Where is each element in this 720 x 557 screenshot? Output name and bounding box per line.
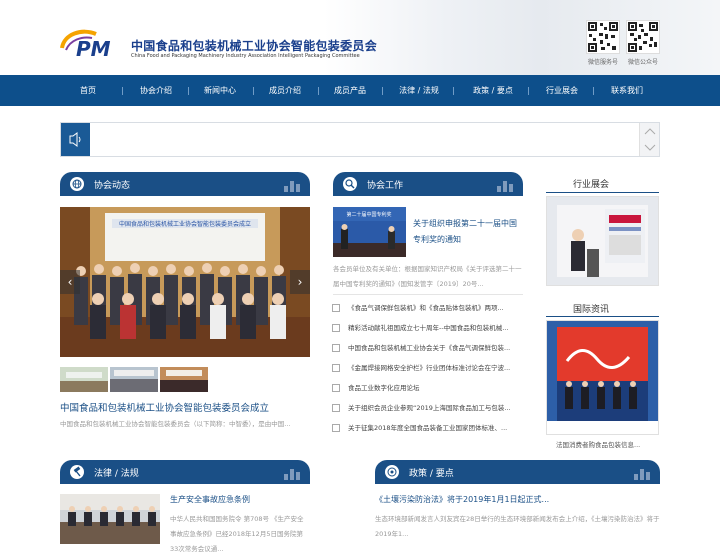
site-header: PM 中国食品和包装机械工业协会智能包装委员会 China Food and P… [0, 0, 720, 75]
qr-caption-official: 微信公众号 [628, 59, 659, 66]
list-item[interactable]: 中国食品和包装机械工业协会关于《食品气调保鲜包装... [332, 338, 524, 358]
exhibition-stage-illustration [557, 205, 648, 277]
carousel-thumbnail[interactable] [160, 367, 208, 392]
nav-laws[interactable]: 法律 / 法规 [392, 75, 446, 106]
work-thumb-text: 第二十届中国专利奖 [346, 211, 391, 218]
section-title-international[interactable]: 国际资讯 [573, 302, 609, 315]
section-underline [546, 192, 659, 193]
nav-divider [528, 87, 529, 95]
award-ceremony-illustration [547, 321, 658, 434]
qr-caption-service: 微信服务号 [588, 59, 619, 66]
document-icon [332, 424, 340, 432]
list-item[interactable]: 食品工业数字化应用论坛 [332, 378, 524, 398]
nav-members[interactable]: 成员介绍 [262, 75, 308, 106]
list-item[interactable]: 精彩活动献礼祖国成立七十周年--中国食品和包装机械... [332, 318, 524, 338]
nav-divider [593, 87, 594, 95]
section-title: 协会动态 [94, 181, 131, 191]
news-summary: 中国食品和包装机械工业协会智能包装委员会（以下简称：中智委），是由中国... [60, 420, 291, 428]
meeting-illustration [60, 494, 160, 544]
document-icon [332, 364, 340, 372]
nav-news-center[interactable]: 新闻中心 [197, 75, 243, 106]
nav-divider [453, 87, 454, 95]
policy-headline-link[interactable]: 《土壤污染防治法》将于2019年1月1日起正式... [375, 494, 549, 505]
news-carousel-photo[interactable]: 中国食品和包装机械工业协会智能包装委员会成立 [60, 207, 310, 357]
carousel-next-button[interactable]: › [290, 270, 310, 294]
notice-ticker [60, 122, 660, 157]
section-underline [546, 316, 659, 317]
nav-exhibitions[interactable]: 行业展会 [538, 75, 586, 106]
divider [333, 294, 523, 295]
cfpma-logo[interactable]: PM [60, 28, 126, 58]
bar-chart-icon [284, 469, 300, 480]
document-icon [332, 304, 340, 312]
ticker-up-button[interactable] [644, 128, 656, 135]
list-item[interactable]: 关于征集2018年度全国食品装备工业国家团体标准、... [332, 418, 524, 438]
news-headline-link[interactable]: 中国食品和包装机械工业协会智能包装委员会成立 [60, 400, 269, 414]
laws-summary: 中华人民共和国国务院令 第708号 《生产安全事故应急条例》已经2018年12月… [170, 515, 304, 553]
search-icon [343, 177, 357, 191]
main-nav: 首页 协会介绍 新闻中心 成员介绍 成员产品 法律 / 法规 政策 / 要点 行… [0, 75, 720, 106]
wechat-service-qr-code [586, 20, 620, 54]
wechat-official-qr-code [626, 20, 660, 54]
section-title: 法律 / 法规 [94, 469, 139, 479]
document-icon [332, 404, 340, 412]
svg-text:PM: PM [76, 37, 111, 58]
bar-chart-icon [497, 181, 513, 192]
ticker-down-button[interactable] [644, 144, 656, 151]
nav-home[interactable]: 首页 [68, 75, 108, 106]
exhibition-photo[interactable] [546, 196, 659, 286]
document-icon [332, 324, 340, 332]
speaker-icon-box [61, 123, 90, 156]
nav-policy[interactable]: 政策 / 要点 [466, 75, 520, 106]
section-header-laws[interactable]: 法律 / 法规 [60, 460, 310, 484]
laws-photo[interactable] [60, 494, 160, 544]
section-title: 政策 / 要点 [409, 469, 454, 479]
work-featured-summary: 各会员单位及有关单位：根据国家知识产权局《关于评选第二十一届中国专利奖的通知》(… [333, 265, 522, 288]
nav-divider [382, 87, 383, 95]
nav-contact[interactable]: 联系我们 [603, 75, 651, 106]
carousel-thumbnail[interactable] [60, 367, 108, 392]
bar-chart-icon [634, 469, 650, 480]
nav-divider [188, 87, 189, 95]
international-news-photo[interactable] [546, 320, 659, 435]
work-featured-title[interactable]: 关于组织申报第二十一届中国专利奖的通知 [413, 216, 523, 248]
section-title-exhibitions[interactable]: 行业展会 [573, 177, 609, 190]
work-featured-photo[interactable]: 第二十届中国专利奖 [333, 207, 406, 257]
nav-divider [253, 87, 254, 95]
document-icon [332, 384, 340, 392]
patent-award-illustration: 第二十届中国专利奖 [333, 207, 406, 257]
nav-divider [122, 87, 123, 95]
speaker-icon [69, 132, 81, 147]
carousel-thumbnail[interactable] [110, 367, 158, 392]
laws-headline-link[interactable]: 生产安全事故应急条例 [170, 494, 250, 505]
site-title: 中国食品和包装机械工业协会智能包装委员会 [131, 39, 378, 53]
carousel-banner-text: 中国食品和包装机械工业协会智能包装委员会成立 [119, 220, 251, 228]
list-item[interactable]: 关于组织会员企业参观“2019上海国际食品加工与包装... [332, 398, 524, 418]
globe-icon [70, 177, 84, 191]
section-header-policy[interactable]: 政策 / 要点 [375, 460, 660, 484]
gavel-icon [70, 465, 84, 479]
list-item[interactable]: 《金属焊接网格安全护栏》行业团体标准讨论会在宁波... [332, 358, 524, 378]
list-item[interactable]: 《食品气调保鲜包装机》和《食品贴体包装机》两项... [332, 298, 524, 318]
section-header-association-news[interactable]: 协会动态 [60, 172, 310, 196]
carousel-prev-button[interactable]: ‹ [60, 270, 80, 294]
policy-summary: 生态环境部新闻发言人刘友宾在28日举行的生态环境部新闻发布会上介绍，《土壤污染防… [375, 515, 660, 538]
international-news-caption[interactable]: 法国消费者购食品包装信息... [556, 439, 640, 449]
section-header-association-work[interactable]: 协会工作 [333, 172, 523, 196]
nav-divider [318, 87, 319, 95]
document-icon [332, 344, 340, 352]
section-title: 协会工作 [367, 181, 404, 191]
target-icon [385, 465, 399, 479]
ticker-controls [639, 123, 659, 156]
nav-member-products[interactable]: 成员产品 [327, 75, 373, 106]
bar-chart-icon [284, 181, 300, 192]
group-photo-illustration: 中国食品和包装机械工业协会智能包装委员会成立 [60, 207, 310, 357]
nav-about[interactable]: 协会介绍 [133, 75, 179, 106]
site-subtitle: China Food and Packaging Machinery Indus… [131, 53, 360, 59]
